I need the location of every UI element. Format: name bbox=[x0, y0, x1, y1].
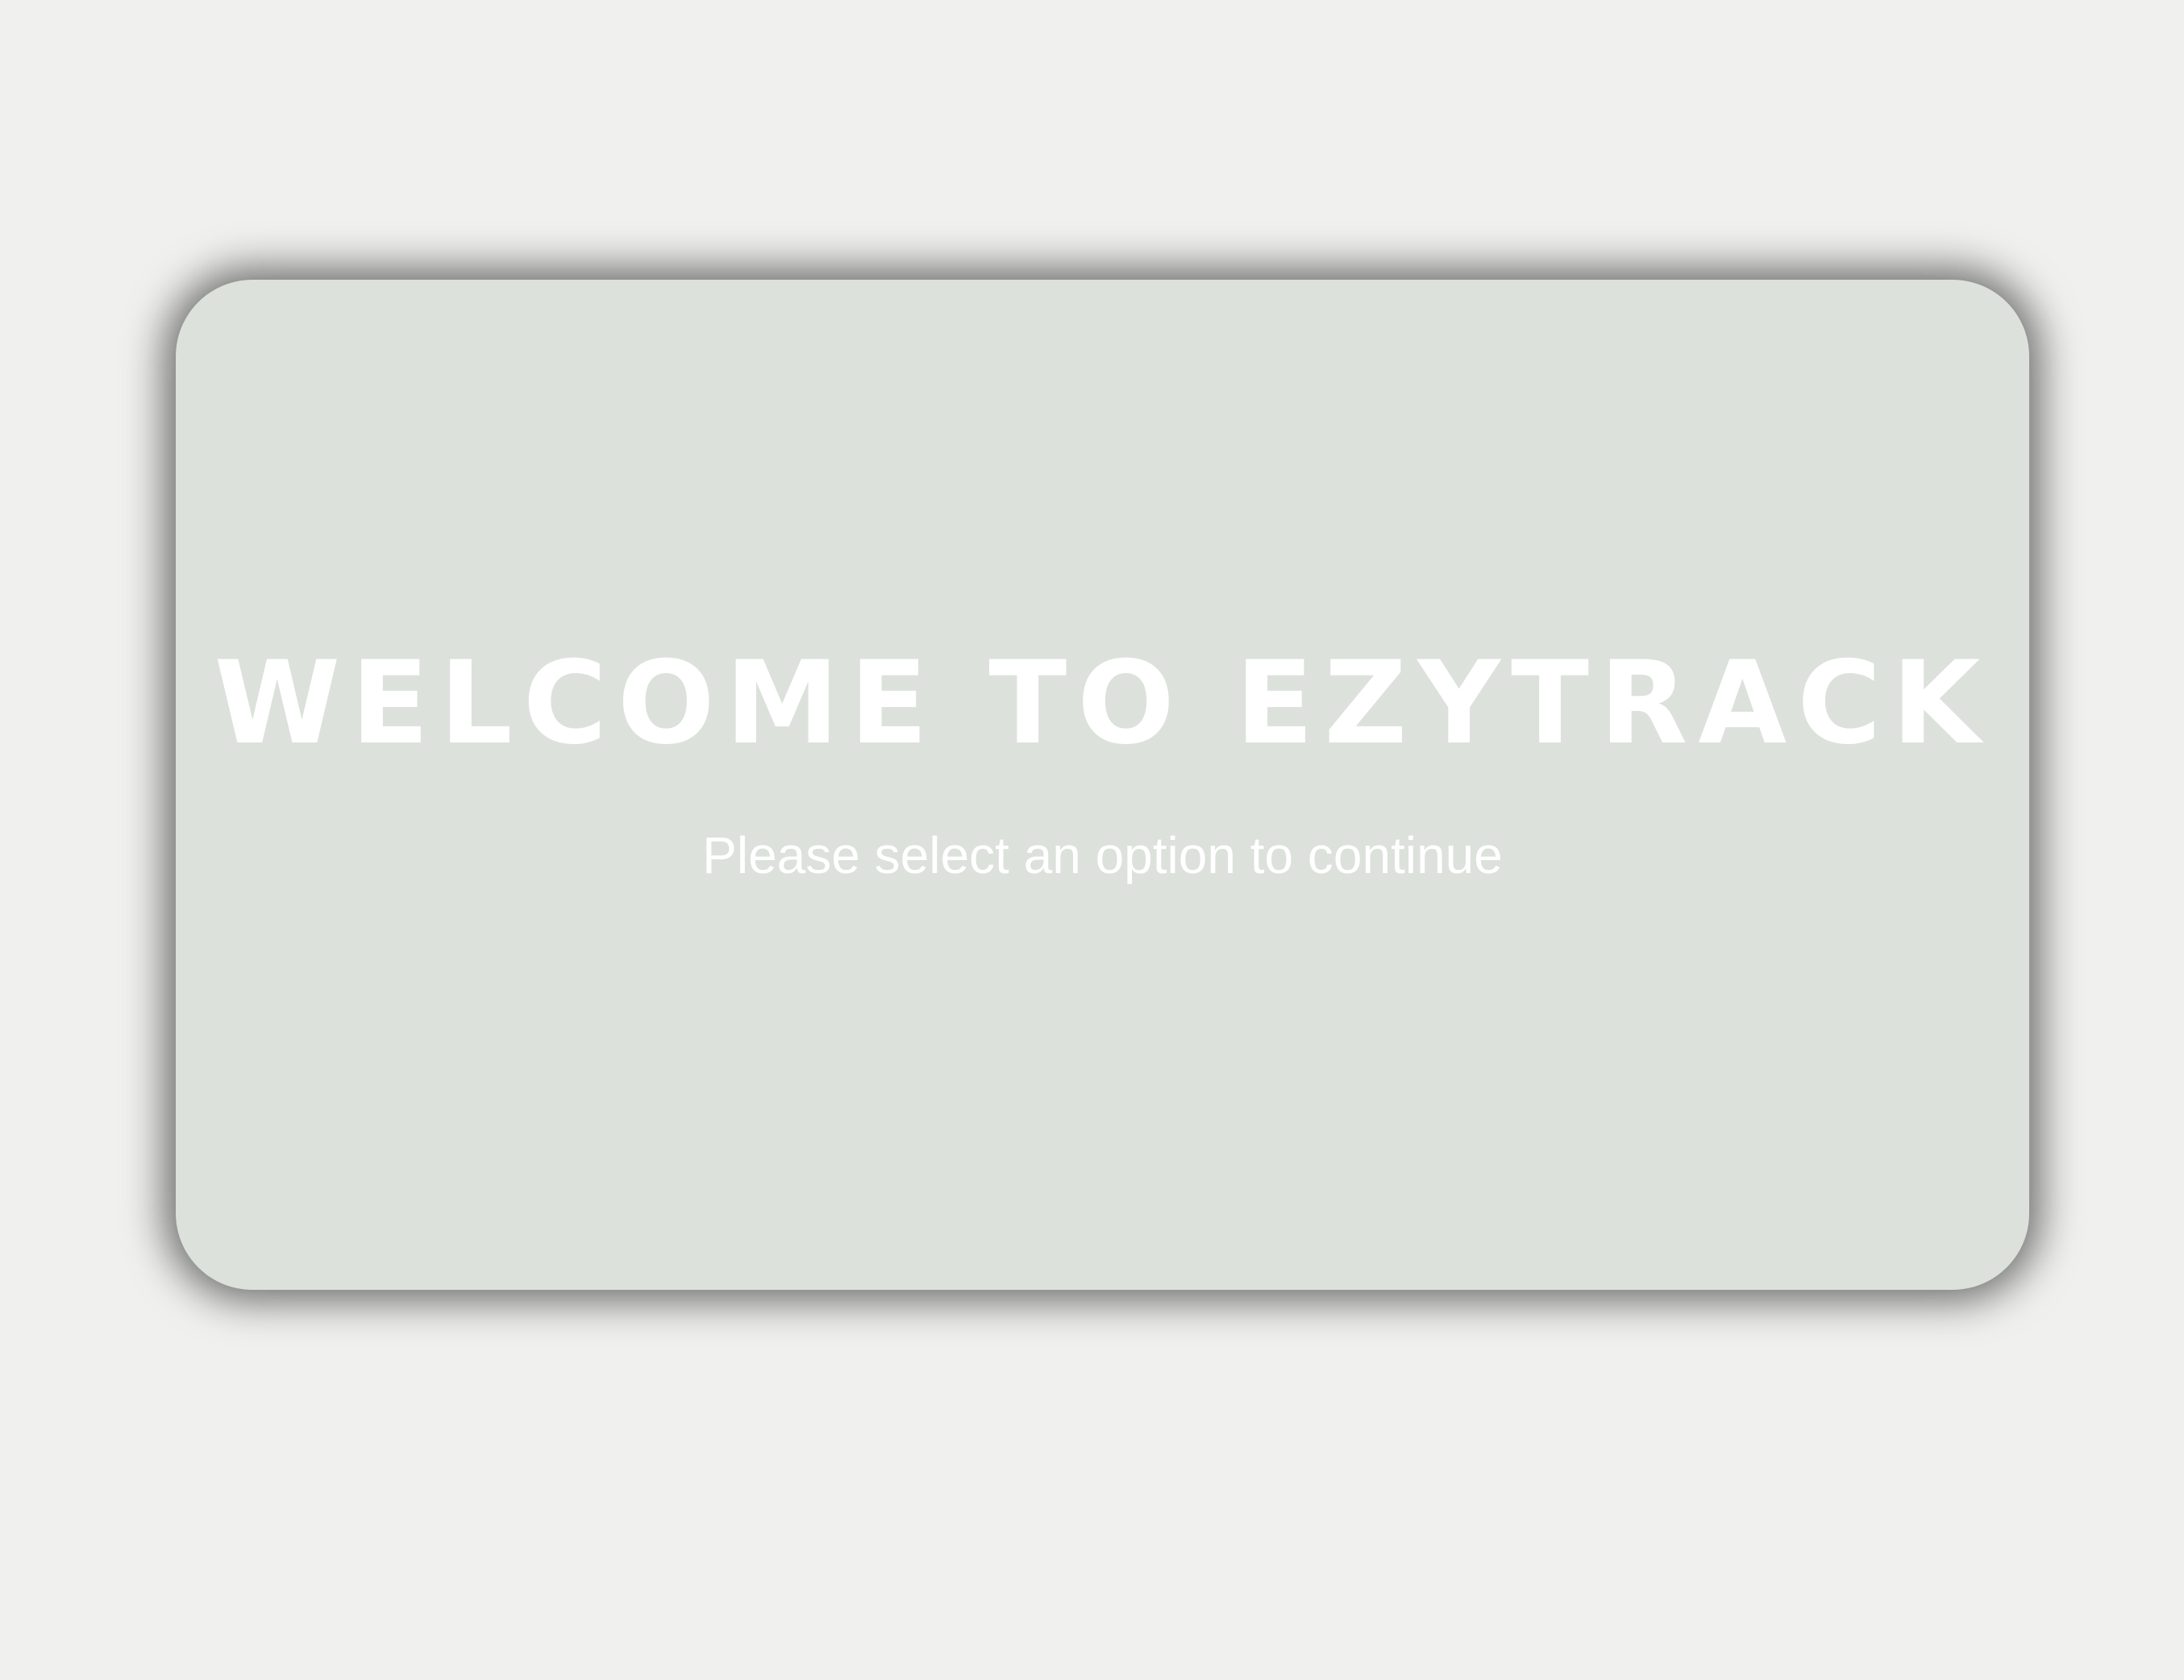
welcome-subtitle: Please select an option to continue bbox=[702, 826, 1503, 884]
welcome-card: WELCOME TO EZYTRACK Please select an opt… bbox=[176, 280, 2029, 1290]
welcome-title: WELCOME TO EZYTRACK bbox=[214, 637, 1991, 770]
page-background: { "welcome_card": { "title": "WELCOME TO… bbox=[0, 0, 2184, 1680]
